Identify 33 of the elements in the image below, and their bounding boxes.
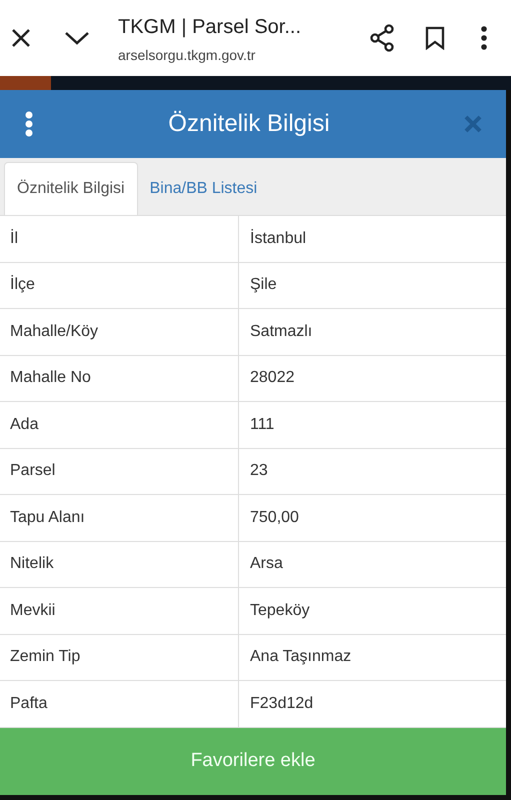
bookmark-icon[interactable] bbox=[425, 26, 445, 50]
field-value: 750,00 bbox=[249, 508, 300, 528]
field-label: Tapu Alanı bbox=[0, 495, 239, 540]
field-label: İlçe bbox=[0, 262, 239, 308]
url-text: arselsorgu.tkgm.gov.tr bbox=[118, 46, 256, 65]
chevron-down-icon[interactable] bbox=[64, 30, 90, 46]
add-favorites-button[interactable]: Favorilere ekle bbox=[0, 728, 506, 794]
more-icon[interactable] bbox=[481, 26, 487, 50]
field-value: 111 bbox=[249, 414, 276, 435]
field-label: Nitelik bbox=[0, 542, 239, 587]
field-label: Ada bbox=[0, 402, 239, 448]
field-value: Ana Taşınmaz bbox=[249, 647, 352, 668]
tab[interactable]: Öznitelik Bilgisi bbox=[4, 162, 138, 215]
field-label: Mevkii bbox=[0, 588, 239, 634]
field-value: Şile bbox=[249, 275, 278, 296]
field-label: Zemin Tip bbox=[0, 634, 239, 680]
field-value: F23d12d bbox=[249, 694, 314, 714]
field-label: Pafta bbox=[0, 681, 239, 726]
field-label: Mahalle No bbox=[0, 356, 239, 401]
page-title: TKGM | Parsel Sor... bbox=[118, 14, 302, 38]
field-value: Arsa bbox=[249, 554, 284, 574]
close-icon[interactable] bbox=[10, 27, 32, 49]
field-value: İstanbul bbox=[249, 228, 308, 249]
field-value: Tepeköy bbox=[249, 600, 311, 621]
dialog-title: Öznitelik Bilgisi bbox=[167, 109, 331, 139]
tab[interactable]: Bina/BB Listesi bbox=[138, 162, 270, 215]
field-value: 23 bbox=[249, 461, 269, 482]
field-label: Parsel bbox=[0, 448, 239, 494]
share-icon[interactable] bbox=[369, 24, 395, 52]
field-label: Mahalle/Köy bbox=[0, 309, 239, 354]
field-label: İl bbox=[0, 216, 239, 262]
field-value: 28022 bbox=[249, 368, 296, 388]
field-value: Satmazlı bbox=[249, 322, 314, 342]
